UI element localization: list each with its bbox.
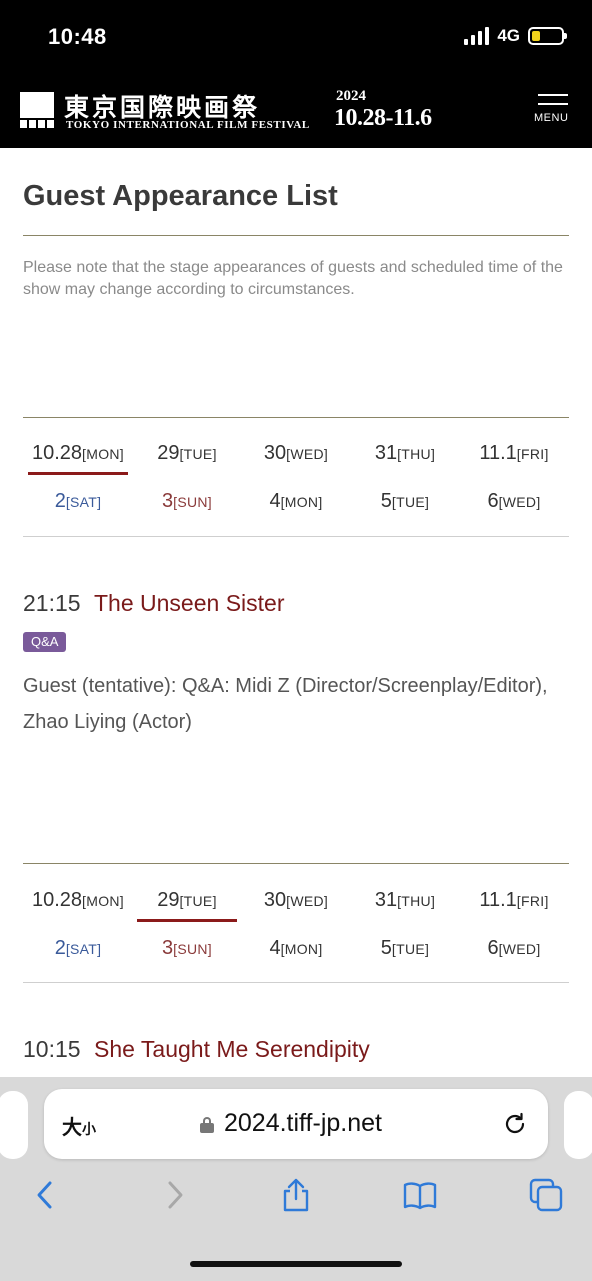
date-tab[interactable]: 31[THU]	[350, 442, 460, 465]
date-tab[interactable]: 11.1[FRI]	[459, 442, 569, 465]
event-title-link[interactable]: She Taught Me Serendipity	[94, 1036, 370, 1063]
bookmarks-icon[interactable]	[402, 1177, 438, 1213]
disclaimer-note: Please note that the stage appearances o…	[23, 259, 563, 298]
lock-icon	[200, 1117, 214, 1133]
event-time: 21:15	[23, 590, 81, 616]
date-tab[interactable]: 5[TUE]	[350, 937, 460, 960]
date-tab[interactable]: 31[THU]	[350, 889, 460, 912]
date-tab[interactable]: 6[WED]	[459, 937, 569, 960]
status-time: 10:48	[48, 24, 107, 49]
tabs-icon[interactable]	[528, 1177, 564, 1213]
menu-button[interactable]: MENU	[534, 94, 570, 124]
date-tab[interactable]: 6[WED]	[459, 490, 569, 513]
network-label: 4G	[497, 26, 520, 45]
address-bar[interactable]: 大小 2024.tiff-jp.net	[44, 1089, 548, 1159]
festival-dates: 10.28-11.6	[334, 105, 432, 131]
logo-english[interactable]: TOKYO INTERNATIONAL FILM FESTIVAL	[66, 119, 310, 131]
home-indicator[interactable]	[190, 1261, 402, 1267]
next-tab-preview[interactable]	[564, 1091, 592, 1159]
date-tab[interactable]: 30[WED]	[241, 889, 351, 912]
signal-icon	[464, 27, 490, 45]
date-nav-top-divider	[23, 417, 569, 418]
share-icon[interactable]	[278, 1177, 314, 1213]
menu-label: MENU	[534, 112, 569, 124]
forward-icon[interactable]	[156, 1177, 192, 1213]
back-icon[interactable]	[28, 1177, 64, 1213]
date-tab[interactable]: 30[WED]	[241, 442, 351, 465]
date-tab[interactable]: 4[MON]	[241, 490, 351, 513]
date-tab[interactable]: 3[SUN]	[132, 937, 242, 960]
event-title-link[interactable]: The Unseen Sister	[94, 590, 284, 617]
date-tab[interactable]: 3[SUN]	[132, 490, 242, 513]
browser-toolbar: 大小 2024.tiff-jp.net	[0, 1077, 592, 1281]
title-divider	[23, 235, 569, 236]
date-nav-bottom-divider	[23, 536, 569, 537]
date-nav-bottom-divider	[23, 982, 569, 983]
date-tab[interactable]: 2[SAT]	[23, 490, 133, 513]
date-tab[interactable]: 11.1[FRI]	[459, 889, 569, 912]
reload-icon[interactable]	[502, 1111, 528, 1137]
battery-icon	[528, 27, 567, 45]
date-tab[interactable]: 29[TUE]	[132, 442, 242, 465]
date-tab[interactable]: 4[MON]	[241, 937, 351, 960]
date-tab[interactable]: 29[TUE]	[132, 889, 242, 922]
text-size-button[interactable]: 大小	[62, 1111, 96, 1140]
date-tab[interactable]: 10.28[MON]	[23, 442, 133, 475]
date-tab[interactable]: 5[TUE]	[350, 490, 460, 513]
festival-year: 2024	[336, 88, 366, 104]
date-tab[interactable]: 2[SAT]	[23, 937, 133, 960]
festival-logo-icon[interactable]	[20, 92, 54, 128]
page-title: Guest Appearance List	[23, 180, 338, 212]
status-bar: 10:48 4G	[0, 0, 592, 74]
qa-badge: Q&A	[23, 632, 67, 652]
guest-info: Guest (tentative): Q&A: Midi Z (Director…	[23, 675, 548, 733]
date-tab[interactable]: 10.28[MON]	[23, 889, 133, 912]
url-text[interactable]: 2024.tiff-jp.net	[224, 1109, 382, 1138]
status-indicators: 4G	[464, 26, 567, 46]
date-nav-top-divider	[23, 863, 569, 864]
hamburger-icon	[538, 94, 568, 96]
site-header: 東京国際映画祭 TOKYO INTERNATIONAL FILM FESTIVA…	[0, 74, 592, 148]
event-time: 10:15	[23, 1036, 81, 1062]
previous-tab-preview[interactable]	[0, 1091, 28, 1159]
